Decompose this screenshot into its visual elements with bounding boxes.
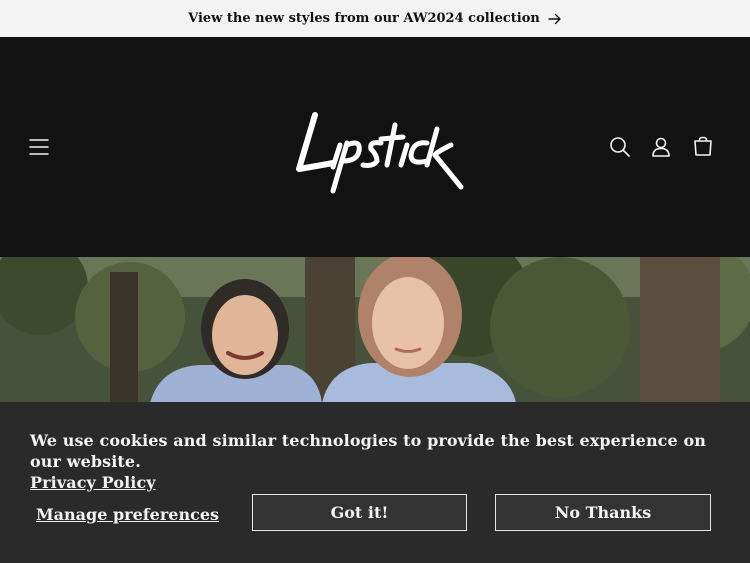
search-icon[interactable] bbox=[605, 132, 635, 162]
decline-cookies-button[interactable]: No Thanks bbox=[495, 494, 711, 531]
menu-icon[interactable] bbox=[24, 132, 54, 162]
brand-logo[interactable] bbox=[285, 105, 465, 195]
lipstick-logo-graphic bbox=[296, 112, 464, 194]
cookie-message: We use cookies and similar technologies … bbox=[30, 431, 706, 471]
account-icon[interactable] bbox=[646, 132, 676, 162]
announcement-text[interactable]: View the new styles from our AW2024 coll… bbox=[188, 11, 540, 26]
hero-image[interactable] bbox=[0, 257, 750, 403]
hero-photo-two-people bbox=[0, 257, 750, 403]
cookie-message-block: We use cookies and similar technologies … bbox=[30, 430, 730, 493]
accept-cookies-button[interactable]: Got it! bbox=[252, 494, 467, 531]
cart-icon[interactable] bbox=[688, 132, 718, 162]
announcement-bar[interactable]: View the new styles from our AW2024 coll… bbox=[0, 0, 750, 37]
arrow-right-icon bbox=[548, 13, 562, 25]
privacy-policy-link[interactable]: Privacy Policy bbox=[30, 473, 156, 492]
cookie-banner: We use cookies and similar technologies … bbox=[0, 402, 750, 563]
manage-preferences-button[interactable]: Manage preferences bbox=[30, 495, 225, 533]
site-header bbox=[0, 37, 750, 257]
